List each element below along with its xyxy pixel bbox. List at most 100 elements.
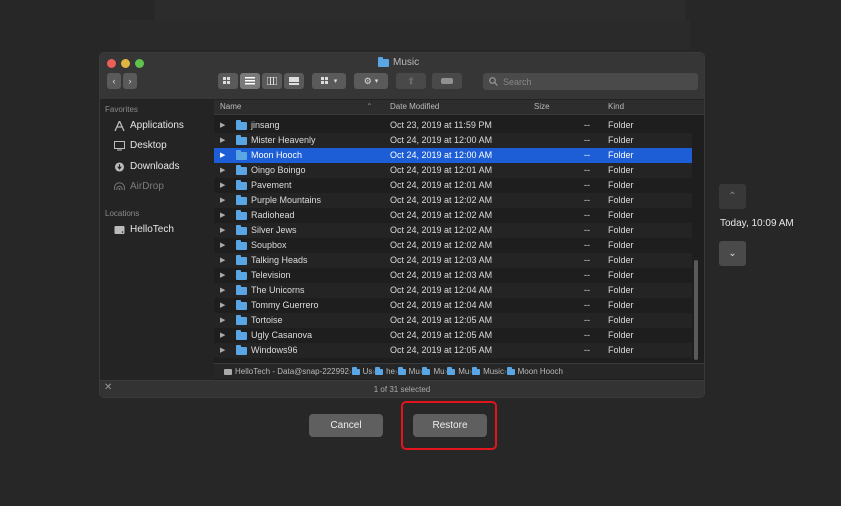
minimize-window-button[interactable] — [121, 59, 130, 68]
path-segment[interactable]: Mu — [458, 367, 469, 376]
forward-button[interactable]: › — [123, 73, 137, 89]
folder-icon — [351, 366, 360, 375]
file-kind: Folder — [608, 240, 634, 250]
sidebar-item-hellotech[interactable]: HelloTech — [114, 224, 174, 235]
file-name: Soupbox — [251, 240, 287, 250]
status-bar: 1 of 31 selected — [100, 380, 704, 397]
file-size: -- — [584, 300, 590, 310]
disclosure-triangle-icon[interactable]: ▶ — [220, 226, 225, 234]
disclosure-triangle-icon[interactable]: ▶ — [220, 121, 225, 129]
table-row[interactable]: ▶ Oingo Boingo Oct 24, 2019 at 12:01 AM -- F… — [214, 163, 692, 178]
path-segment[interactable]: Mu — [409, 367, 420, 376]
folder-icon — [236, 210, 247, 220]
table-row[interactable]: ▶ Talking Heads Oct 24, 2019 at 12:03 AM --… — [214, 253, 692, 268]
sidebar-item-applications[interactable]: Applications — [114, 120, 184, 131]
disclosure-triangle-icon[interactable]: ▶ — [220, 136, 225, 144]
disclosure-triangle-icon[interactable]: ▶ — [220, 301, 225, 309]
list-view-button[interactable] — [240, 73, 260, 89]
sidebar-item-airdrop[interactable]: AirDrop — [114, 181, 164, 192]
disclosure-triangle-icon[interactable]: ▶ — [220, 196, 225, 204]
sidebar-item-downloads[interactable]: Downloads — [114, 161, 179, 172]
table-row[interactable]: ▶ jinsang Oct 23, 2019 at 11:59 PM -- Folder — [214, 118, 692, 133]
disclosure-triangle-icon[interactable]: ▶ — [220, 286, 225, 294]
sidebar-favorites-heading: Favorites — [105, 105, 138, 114]
file-kind: Folder — [608, 330, 634, 340]
table-row[interactable]: ▶ Windows96 Oct 24, 2019 at 12:05 AM -- Fold… — [214, 343, 692, 358]
file-name: Moon Hooch — [251, 150, 303, 160]
sidebar-locations-heading: Locations — [105, 209, 140, 218]
path-segment[interactable]: he — [386, 367, 395, 376]
table-row[interactable]: ▶ Silver Jews Oct 24, 2019 at 12:02 AM -- Fo… — [214, 223, 692, 238]
column-size[interactable]: Size — [534, 102, 550, 111]
vertical-scrollbar[interactable] — [694, 260, 698, 360]
folder-icon — [236, 165, 247, 175]
collapse-icon[interactable]: ✕ — [104, 382, 112, 393]
file-kind: Folder — [608, 300, 634, 310]
disclosure-triangle-icon[interactable]: ▶ — [220, 241, 225, 249]
path-segment[interactable]: HelloTech - Data@snap-222992 — [235, 367, 349, 376]
file-date: Oct 24, 2019 at 12:01 AM — [390, 165, 493, 175]
file-kind: Folder — [608, 135, 634, 145]
table-row[interactable]: ▶ Radiohead Oct 24, 2019 at 12:02 AM -- Fold… — [214, 208, 692, 223]
path-segment[interactable]: Mu — [433, 367, 444, 376]
gallery-view-button[interactable] — [284, 73, 304, 89]
background-window-stack-2 — [120, 20, 690, 50]
action-button[interactable]: ⚙ ▾ — [354, 73, 388, 89]
table-row[interactable]: ▶ Purple Mountains Oct 24, 2019 at 12:02 A… — [214, 193, 692, 208]
disclosure-triangle-icon[interactable]: ▶ — [220, 166, 225, 174]
file-kind: Folder — [608, 270, 634, 280]
timemachine-up-button[interactable]: ⌃ — [719, 184, 746, 209]
close-window-button[interactable] — [107, 59, 116, 68]
file-name: Oingo Boingo — [251, 165, 306, 175]
file-size: -- — [584, 165, 590, 175]
path-segment[interactable]: Us — [363, 367, 373, 376]
disclosure-triangle-icon[interactable]: ▶ — [220, 271, 225, 279]
disclosure-triangle-icon[interactable]: ▶ — [220, 331, 225, 339]
column-name[interactable]: Name — [220, 102, 241, 111]
disclosure-triangle-icon[interactable]: ▶ — [220, 151, 225, 159]
column-view-button[interactable] — [262, 73, 282, 89]
table-row[interactable]: ▶ Mister Heavenly Oct 24, 2019 at 12:00 AM… — [214, 133, 692, 148]
cancel-button[interactable]: Cancel — [309, 414, 383, 437]
file-name: Purple Mountains — [251, 195, 322, 205]
file-kind: Folder — [608, 345, 634, 355]
file-name: Windows96 — [251, 345, 298, 355]
back-button[interactable]: ‹ — [107, 73, 121, 89]
table-row[interactable]: ▶ Television Oct 24, 2019 at 12:03 AM -- Fol… — [214, 268, 692, 283]
icon-view-button[interactable] — [218, 73, 238, 89]
timemachine-down-button[interactable]: ⌄ — [719, 241, 746, 266]
table-row[interactable]: ▶ Ugly Casanova Oct 24, 2019 at 12:05 AM --… — [214, 328, 692, 343]
column-date-modified[interactable]: Date Modified — [390, 102, 439, 111]
desktop-icon — [114, 140, 125, 150]
folder-icon — [236, 270, 247, 280]
column-kind[interactable]: Kind — [608, 102, 624, 111]
table-row[interactable]: ▶ Pavement Oct 24, 2019 at 12:01 AM -- Folde… — [214, 178, 692, 193]
column-header: Name ⌃ Date Modified Size Kind — [214, 100, 704, 115]
table-row[interactable]: ▶ Tommy Guerrero Oct 24, 2019 at 12:04 AM -… — [214, 298, 692, 313]
folder-icon — [236, 240, 247, 250]
disclosure-triangle-icon[interactable]: ▶ — [220, 211, 225, 219]
disclosure-triangle-icon[interactable]: ▶ — [220, 316, 225, 324]
table-row[interactable]: ▶ Moon Hooch Oct 24, 2019 at 12:00 AM -- Fol… — [214, 148, 692, 163]
disclosure-triangle-icon[interactable]: ▶ — [220, 256, 225, 264]
share-button[interactable]: ⇧ — [396, 73, 426, 89]
share-icon: ⇧ — [407, 75, 415, 86]
search-field[interactable]: Search — [483, 73, 698, 90]
path-segment[interactable]: Music — [483, 367, 504, 376]
folder-icon — [236, 225, 247, 235]
folder-icon — [447, 366, 456, 375]
folder-icon — [236, 195, 247, 205]
path-segment[interactable]: Moon Hooch — [518, 367, 563, 376]
tag-icon — [441, 78, 453, 84]
table-row[interactable]: ▶ Tortoise Oct 24, 2019 at 12:05 AM -- Folde… — [214, 313, 692, 328]
group-by-button[interactable]: ▾ — [312, 73, 346, 89]
column-view-icon — [267, 77, 277, 85]
zoom-window-button[interactable] — [135, 59, 144, 68]
chevron-down-icon: ▾ — [333, 78, 338, 85]
table-row[interactable]: ▶ Soupbox Oct 24, 2019 at 12:02 AM -- Folder — [214, 238, 692, 253]
disclosure-triangle-icon[interactable]: ▶ — [220, 181, 225, 189]
disclosure-triangle-icon[interactable]: ▶ — [220, 346, 225, 354]
sidebar-item-desktop[interactable]: Desktop — [114, 140, 167, 151]
tag-button[interactable] — [432, 73, 462, 89]
table-row[interactable]: ▶ The Unicorns Oct 24, 2019 at 12:04 AM -- F… — [214, 283, 692, 298]
